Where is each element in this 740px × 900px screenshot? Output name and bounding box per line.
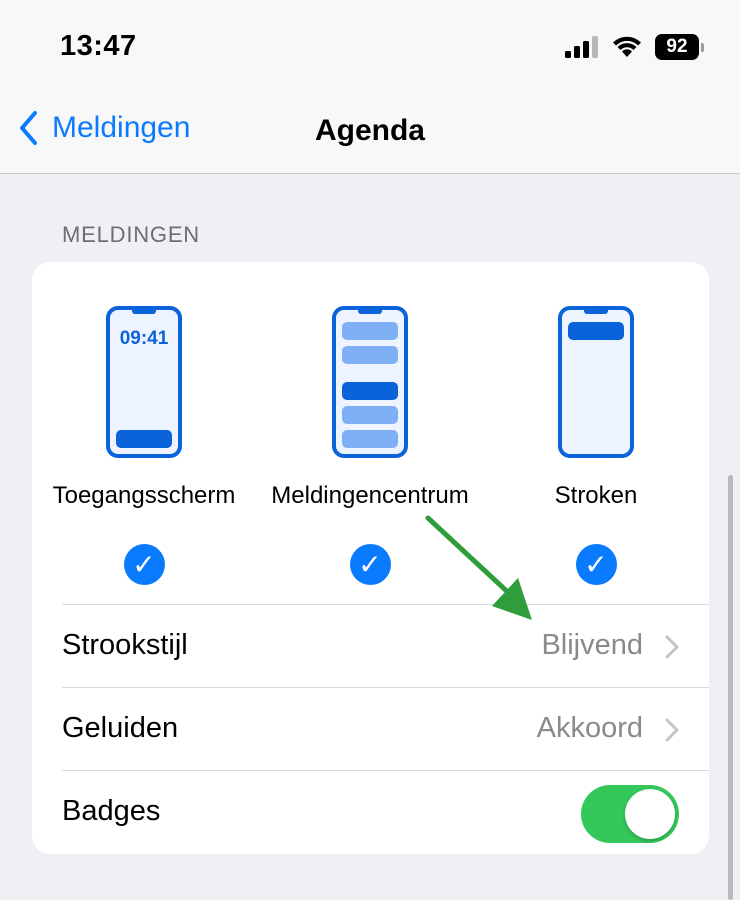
banners-phone-icon bbox=[558, 306, 634, 458]
battery-icon: 92 bbox=[655, 34, 704, 60]
checkmark-icon: ✓ bbox=[123, 544, 165, 585]
page-title-text: Agenda bbox=[314, 114, 425, 147]
badges-label: Badges bbox=[62, 795, 161, 827]
notification-center-phone-icon bbox=[332, 306, 408, 458]
banner-style-row[interactable]: Strookstijl Blijvend bbox=[62, 604, 709, 687]
alert-style-label: Toegangsscherm bbox=[52, 482, 236, 509]
alert-style-label: Stroken bbox=[554, 482, 638, 509]
badges-row: Badges bbox=[62, 770, 709, 853]
toggle-knob bbox=[625, 789, 675, 839]
status-time: 13:47 bbox=[60, 30, 137, 62]
section-header: MELDINGEN bbox=[62, 222, 200, 247]
badges-toggle[interactable] bbox=[581, 785, 679, 843]
status-bar: 13:47 92 bbox=[0, 0, 740, 90]
alert-style-label: Meldingencentrum bbox=[271, 482, 469, 509]
checkmark-icon: ✓ bbox=[349, 544, 391, 585]
alert-style-lock-screen[interactable]: 09:41 Toegangsscherm ✓ bbox=[34, 306, 254, 585]
banner-style-value: Blijvend bbox=[541, 629, 643, 661]
chevron-right-icon bbox=[665, 635, 679, 659]
battery-level: 92 bbox=[655, 34, 699, 60]
banner-style-label: Strookstijl bbox=[62, 629, 188, 661]
scrollbar[interactable] bbox=[728, 475, 733, 900]
sounds-value: Akkoord bbox=[536, 712, 643, 744]
sounds-label: Geluiden bbox=[62, 712, 179, 744]
sounds-row[interactable]: Geluiden Akkoord bbox=[62, 687, 709, 770]
notifications-card: 09:41 Toegangsscherm ✓ Meldingencentrum … bbox=[32, 262, 709, 854]
annotation-arrow-icon bbox=[425, 515, 532, 620]
battery-cap bbox=[701, 42, 704, 52]
wifi-icon bbox=[613, 36, 641, 57]
checkmark-icon: ✓ bbox=[575, 544, 617, 585]
lock-screen-preview-time: 09:41 bbox=[119, 328, 169, 349]
chevron-right-icon bbox=[665, 718, 679, 742]
navigation-bar: Meldingen Agenda bbox=[0, 90, 740, 174]
status-icons: 92 bbox=[565, 34, 704, 60]
page-title: Agenda bbox=[0, 114, 740, 148]
cellular-signal-icon bbox=[565, 36, 598, 58]
